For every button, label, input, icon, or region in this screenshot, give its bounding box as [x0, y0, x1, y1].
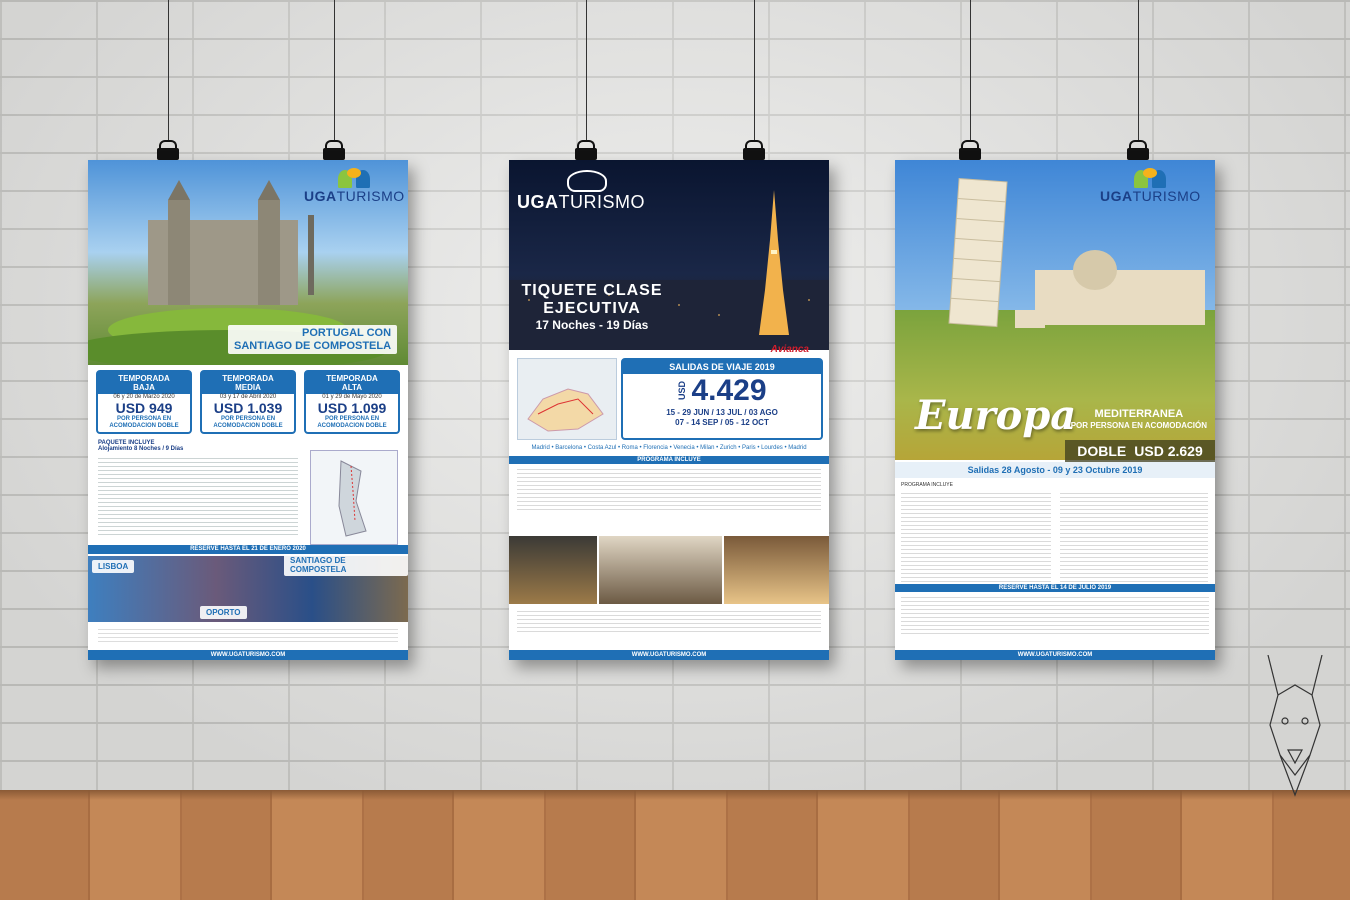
hanging-string	[586, 0, 587, 140]
fine-print-lines	[517, 466, 821, 512]
reserve-bar: RESERVE HASTA EL 14 DE JULIO 2019	[895, 584, 1215, 592]
place-label: LISBOA	[92, 560, 135, 574]
poster-europa-mediterranea: UGATURISMO Europa MEDITERRANEA POR PERSO…	[895, 160, 1215, 660]
route-map	[517, 358, 617, 440]
package-list: PAQUETE INCLUYE Alojamiento 8 Noches / 9…	[98, 440, 298, 535]
fine-print-lines	[517, 608, 821, 634]
logo-light: TURISMO	[336, 188, 405, 204]
hanging-string	[168, 0, 169, 140]
logo-bold: UGA	[517, 192, 559, 212]
price-band: DOBLE USD 2.629	[1065, 440, 1215, 462]
price: USD 1.039	[213, 400, 283, 416]
fine-print-lines	[98, 455, 298, 535]
hanging-string	[1138, 0, 1139, 140]
season-box-media: TEMPORADA MEDIA 03 y 17 de Abril 2020 USD…	[200, 370, 296, 434]
place-label: SANTIAGO DE COMPOSTELA	[284, 554, 408, 577]
price: USD 1.099	[317, 400, 387, 416]
season-box-baja: TEMPORADA BAJA 06 y 20 de Marzo 2020 USD …	[96, 370, 192, 434]
departures-line: Salidas 28 Agosto - 09 y 23 Octubre 2019	[895, 462, 1215, 478]
season-box-alta: TEMPORADA ALTA 01 y 29 de Mayo 2020 USD 1…	[304, 370, 400, 434]
uga-logo: UGATURISMO	[304, 168, 405, 204]
poster1-title: PORTUGAL CON SANTIAGO DE COMPOSTELA	[228, 325, 398, 355]
logo-mark-icon	[1134, 168, 1167, 188]
cities-line: Madrid • Barcelona • Costa Azul • Roma •…	[531, 445, 807, 451]
logo-mark-icon	[338, 168, 371, 188]
title-line: SANTIAGO DE COMPOSTELA	[234, 339, 392, 352]
binder-clip	[1127, 140, 1149, 160]
currency: USD	[677, 381, 688, 401]
place-label: OPORTO	[200, 606, 247, 620]
doberman-sketch-icon	[1267, 655, 1323, 797]
price: 4.429	[691, 374, 767, 407]
poster2-title: TIQUETE CLASE EJECUTIVA 17 Noches - 19 D…	[521, 282, 663, 332]
logo-light: TURISMO	[558, 192, 645, 212]
binder-clip	[743, 140, 765, 160]
price: USD 949	[115, 400, 173, 416]
route-map	[310, 450, 398, 545]
logo-bold: UGA	[1100, 188, 1133, 204]
footer-url: WWW.UGATURISMO.COM	[895, 650, 1215, 660]
hanging-string	[970, 0, 971, 140]
binder-clip	[323, 140, 345, 160]
title-line: PORTUGAL CON	[302, 327, 392, 339]
logo-bold: UGA	[304, 188, 337, 204]
europa-title: Europa	[915, 392, 1077, 439]
fine-print-lines	[1060, 490, 1208, 582]
binder-clip	[575, 140, 597, 160]
mediterranea-label: MEDITERRANEA POR PERSONA EN ACOMODACIÓN	[1070, 408, 1207, 430]
fine-print-lines	[98, 626, 398, 644]
hanging-string	[334, 0, 335, 140]
reserve-bar: RESERVE HASTA EL 21 DE ENERO 2020	[88, 545, 408, 554]
price: USD 2.629	[1134, 443, 1203, 459]
poster-europe-executive: UGATURISMO TIQUETE CLASE EJECUTIVA 17 No…	[509, 160, 829, 660]
wooden-floor	[0, 790, 1350, 900]
logo-mark-icon	[567, 170, 607, 192]
poster-portugal: UGATURISMO PORTUGAL CON SANTIAGO DE COMP…	[88, 160, 408, 660]
logo-light: TURISMO	[1132, 188, 1201, 204]
uga-logo: UGATURISMO	[517, 170, 645, 213]
restaurant-photos	[509, 536, 829, 604]
footer-url: WWW.UGATURISMO.COM	[509, 650, 829, 660]
departures-box: SALIDAS DE VIAJE 2019 USD 4.429 15 - 29 …	[621, 358, 823, 440]
binder-clip	[157, 140, 179, 160]
uga-logo: UGATURISMO	[1100, 168, 1201, 204]
hanging-string	[754, 0, 755, 140]
footer-url: WWW.UGATURISMO.COM	[88, 650, 408, 660]
program-bar: PROGRAMA INCLUYE	[509, 456, 829, 464]
binder-clip	[959, 140, 981, 160]
fine-print-lines	[901, 594, 1209, 634]
airline-logo: Avianca	[770, 344, 809, 355]
fine-print-lines	[901, 490, 1051, 582]
